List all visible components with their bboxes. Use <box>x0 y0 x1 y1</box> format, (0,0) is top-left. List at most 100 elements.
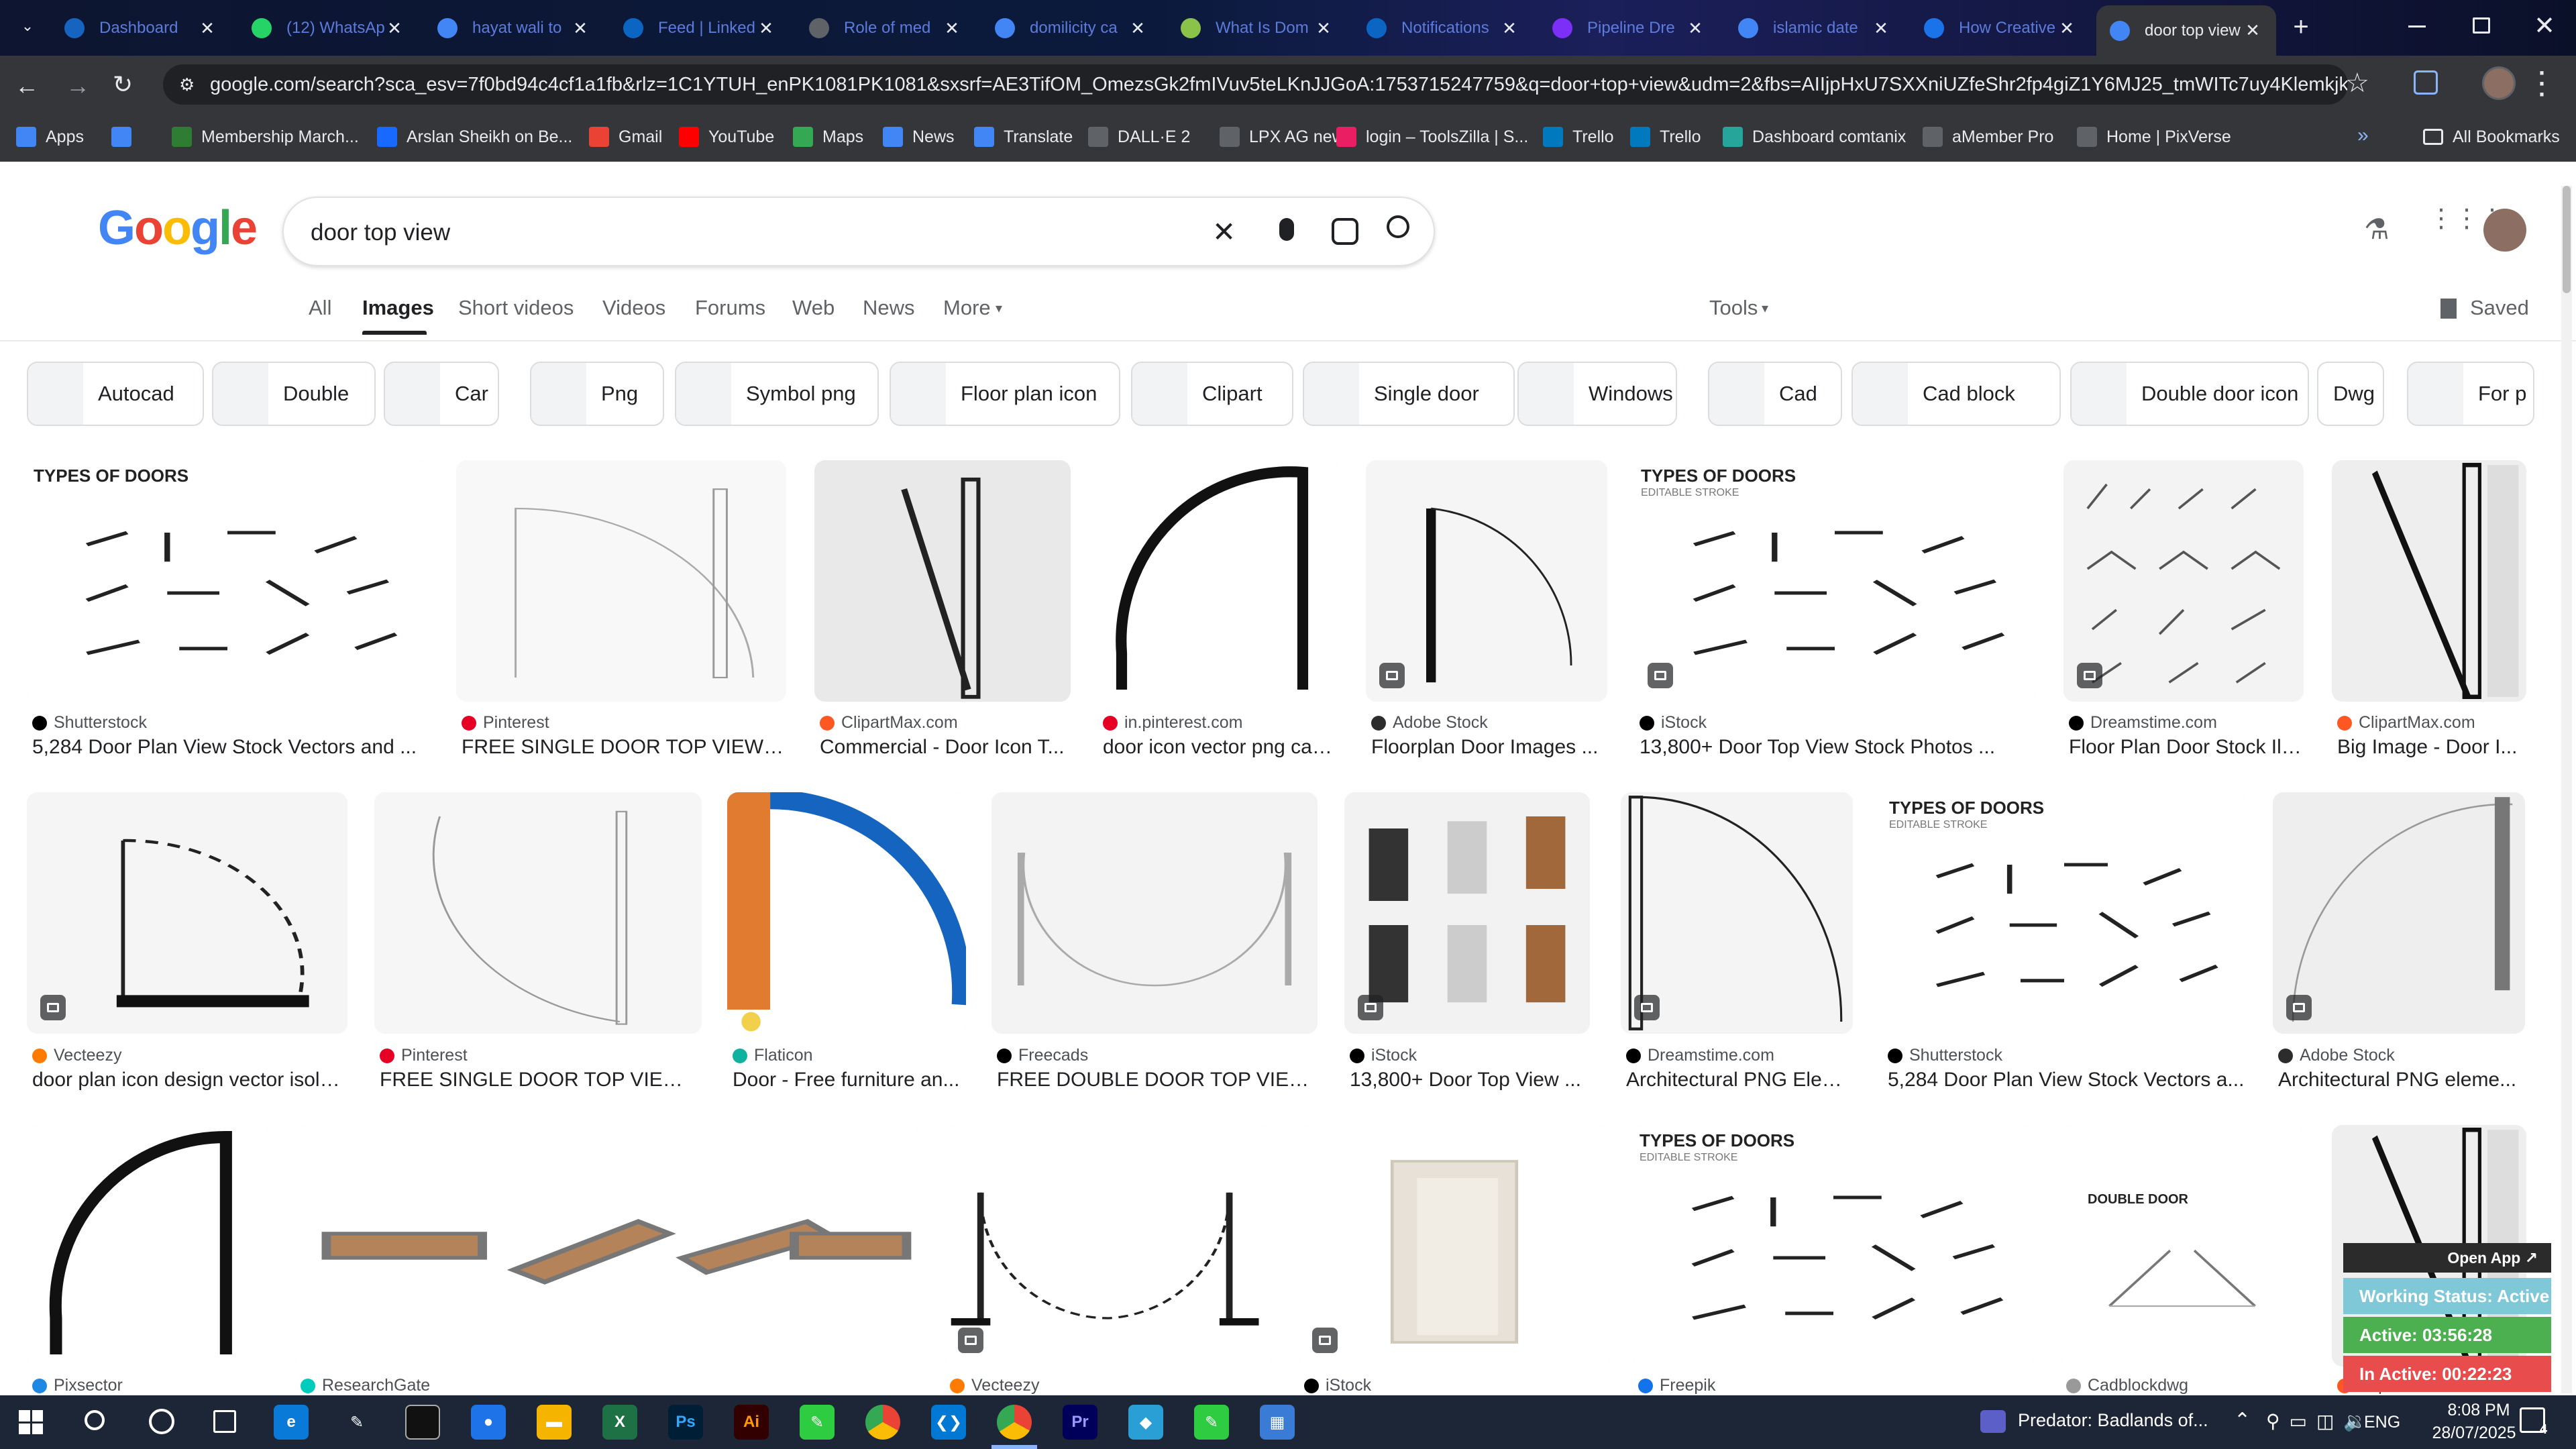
bookmark-item[interactable]: YouTube <box>679 112 774 162</box>
suggestion-chip[interactable]: Floor plan icon <box>890 362 1120 426</box>
suggestion-chip[interactable]: Symbol png <box>675 362 879 426</box>
suggestion-chip[interactable]: For p <box>2407 362 2534 426</box>
file-explorer-icon[interactable]: ▬ <box>537 1405 572 1440</box>
browser-tab[interactable]: islamic date ✕ <box>1725 5 1904 51</box>
bookmark-item[interactable]: Arslan Sheikh on Be... <box>377 112 572 162</box>
edge-taskbar-icon[interactable]: e <box>274 1405 309 1440</box>
bookmark-item[interactable]: Apps <box>16 112 84 162</box>
result-source[interactable]: in.pinterest.com <box>1103 713 1242 733</box>
suggestion-chip[interactable]: Double door icon <box>2070 362 2309 426</box>
minimize-window-icon[interactable] <box>2408 25 2426 28</box>
browser-tab[interactable]: What Is Dom ✕ <box>1167 5 1347 51</box>
result-source[interactable]: Shutterstock <box>32 713 147 733</box>
diamond-app-icon[interactable]: ◆ <box>1128 1405 1163 1440</box>
clear-search-icon[interactable]: ✕ <box>1212 215 1236 248</box>
close-tab-icon[interactable]: ✕ <box>942 18 962 39</box>
close-tab-icon[interactable]: ✕ <box>1128 18 1148 39</box>
suggestion-chip[interactable]: Double <box>212 362 376 426</box>
start-button[interactable] <box>19 1410 43 1434</box>
close-tab-icon[interactable]: ✕ <box>2057 18 2077 39</box>
bookmark-item[interactable]: Membership March... <box>172 112 359 162</box>
restore-window-icon[interactable] <box>2473 17 2490 34</box>
result-title[interactable]: Door - Free furniture an... <box>733 1069 965 1091</box>
result-source[interactable]: Vecteezy <box>32 1046 121 1065</box>
extensions-icon[interactable] <box>2414 70 2438 95</box>
image-result-thumbnail[interactable] <box>1344 792 1590 1034</box>
cortana-icon[interactable] <box>149 1409 174 1434</box>
suggestion-chip[interactable]: Dwg <box>2317 362 2384 426</box>
taskbar-search-icon[interactable] <box>85 1410 105 1430</box>
tab-images[interactable]: Images <box>362 296 434 320</box>
bookmark-item[interactable]: DALL·E 2 <box>1088 112 1190 162</box>
suggestion-chip[interactable]: Clipart <box>1131 362 1293 426</box>
saved-bookmark-icon[interactable] <box>2440 299 2457 319</box>
result-title[interactable]: FREE SINGLE DOOR TOP VIEW ... <box>462 736 785 759</box>
tab-web[interactable]: Web <box>792 296 835 320</box>
image-result-thumbnail[interactable] <box>374 792 702 1034</box>
tab-short-videos[interactable]: Short videos <box>458 296 574 320</box>
tray-status-icons[interactable]: ⚲▭◫🔉 <box>2266 1410 2376 1432</box>
result-source[interactable]: ClipartMax.com <box>820 713 958 733</box>
green-app-icon-2[interactable]: ✎ <box>1194 1405 1229 1440</box>
media-title[interactable]: Predator: Badlands of... <box>2018 1410 2208 1431</box>
bookmark-item[interactable]: Translate <box>974 112 1073 162</box>
browser-tab[interactable]: How Creative ✕ <box>1911 5 2090 51</box>
reload-icon[interactable]: ↻ <box>113 70 133 99</box>
close-tab-icon[interactable]: ✕ <box>1499 18 1519 39</box>
bookmark-item[interactable]: Trello <box>1630 112 1701 162</box>
result-title[interactable]: Architectural PNG Elem... <box>1626 1069 1851 1091</box>
clock-date[interactable]: 28/07/2025 <box>2414 1424 2534 1443</box>
close-tab-icon[interactable]: ✕ <box>570 18 590 39</box>
result-title[interactable]: FREE DOUBLE DOOR TOP VIEW... <box>997 1069 1316 1091</box>
bookmark-star-icon[interactable]: ☆ <box>2345 68 2369 99</box>
result-source[interactable]: Vecteezy <box>950 1376 1039 1395</box>
image-result-thumbnail[interactable]: TYPES OF DOORS EDITABLE STROKE <box>1882 792 2246 1034</box>
bookmark-item[interactable]: aMember Pro <box>1923 112 2053 162</box>
result-source[interactable]: Shutterstock <box>1888 1046 2002 1065</box>
image-result-thumbnail[interactable] <box>295 1125 919 1366</box>
tab-more[interactable]: More <box>943 296 991 320</box>
illustrator-icon[interactable]: Ai <box>734 1405 769 1440</box>
browser-tab[interactable]: Dashboard ✕ <box>51 5 231 51</box>
image-result-thumbnail[interactable] <box>1299 1125 1610 1366</box>
page-scrollbar[interactable] <box>2561 186 2572 1393</box>
close-tab-icon[interactable]: ✕ <box>1313 18 1334 39</box>
pen-taskbar-icon[interactable]: ✎ <box>339 1405 374 1440</box>
image-result-thumbnail[interactable] <box>2273 792 2525 1034</box>
tools-button[interactable]: Tools <box>1709 296 1758 320</box>
all-bookmarks-folder[interactable]: All Bookmarks <box>2423 112 2560 162</box>
result-title[interactable]: FREE SINGLE DOOR TOP VIEW ... <box>380 1069 700 1091</box>
voice-search-icon[interactable] <box>1279 218 1294 241</box>
chrome-active-taskbar-icon[interactable] <box>997 1405 1032 1440</box>
bookmark-item[interactable] <box>111 112 141 162</box>
browser-tab[interactable]: Notifications ✕ <box>1353 5 1533 51</box>
back-icon[interactable]: ← <box>15 72 39 100</box>
new-tab-button[interactable]: + <box>2286 9 2316 44</box>
result-title[interactable]: Big Image - Door I... <box>2337 736 2525 759</box>
image-result-thumbnail[interactable]: TYPES OF DOORS EDITABLE STROKE <box>1634 460 2035 702</box>
result-source[interactable]: Cadblockdwg <box>2066 1376 2188 1395</box>
bookmark-item[interactable]: Dashboard comtanix <box>1723 112 1906 162</box>
bookmark-item[interactable]: News <box>883 112 955 162</box>
result-source[interactable]: iStock <box>1350 1046 1417 1065</box>
tab-videos[interactable]: Videos <box>602 296 665 320</box>
result-source[interactable]: ClipartMax.com <box>2337 713 2475 733</box>
result-source[interactable]: Dreamstime.com <box>2069 713 2217 733</box>
image-result-thumbnail[interactable] <box>1621 792 1853 1034</box>
result-title[interactable]: door plan icon design vector isola... <box>32 1069 346 1091</box>
photoshop-icon[interactable]: Ps <box>668 1405 703 1440</box>
close-tab-icon[interactable]: ✕ <box>1871 18 1891 39</box>
tray-chevron-icon[interactable]: ⌃ <box>2234 1409 2251 1432</box>
close-tab-icon[interactable]: ✕ <box>384 18 405 39</box>
close-window-icon[interactable]: ✕ <box>2528 9 2561 43</box>
suggestion-chip[interactable]: Windows <box>1517 362 1677 426</box>
vscode-icon[interactable]: ❮❯ <box>931 1405 966 1440</box>
terminal-taskbar-icon[interactable] <box>405 1405 440 1440</box>
result-source[interactable]: Pixsector <box>32 1376 123 1395</box>
result-source[interactable]: ResearchGate <box>301 1376 430 1395</box>
tab-all[interactable]: All <box>309 296 331 320</box>
image-result-thumbnail[interactable]: DOUBLE DOOR <box>2061 1125 2304 1366</box>
result-title[interactable]: 5,284 Door Plan View Stock Vectors and .… <box>32 736 427 759</box>
image-result-thumbnail[interactable] <box>2063 460 2304 702</box>
browser-tab[interactable]: (12) WhatsApp ✕ <box>238 5 418 51</box>
